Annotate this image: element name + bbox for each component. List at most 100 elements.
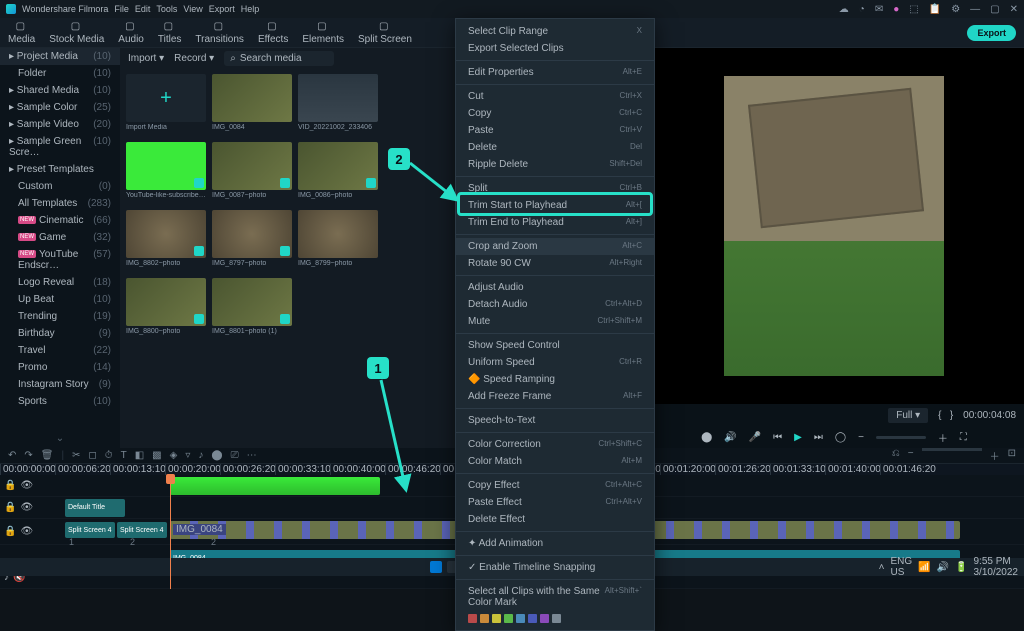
tl-fit-icon[interactable]: ⊡ (1008, 448, 1016, 463)
ctx-add-animation[interactable]: ✦ Add Animation (456, 535, 654, 552)
bracket-markers[interactable]: { } (938, 410, 953, 421)
ruler-tick[interactable]: 00:01:26:20 (715, 464, 770, 475)
snapshot-icon[interactable]: ◯ (835, 432, 846, 443)
settings-icon[interactable]: ⚙ (951, 4, 960, 15)
ctx-color-correction[interactable]: Color CorrectionCtrl+Shift+C (456, 436, 654, 453)
fit-dropdown[interactable]: Full ▾ (888, 408, 928, 423)
menu-file[interactable]: File (114, 4, 129, 14)
tl-marker-icon[interactable]: ▿ (185, 450, 190, 461)
color-mark[interactable] (528, 614, 537, 623)
menu-help[interactable]: Help (241, 4, 260, 14)
record-indicator-icon[interactable]: ⬤ (701, 432, 712, 443)
sidebar-item[interactable]: Birthday(9) (0, 325, 120, 342)
ruler-tick[interactable]: 00:01:20:00 (660, 464, 715, 475)
avatar-icon[interactable]: ● (893, 4, 899, 15)
clip-title[interactable]: Default Title (65, 499, 125, 517)
media-thumb[interactable] (126, 278, 206, 326)
color-mark[interactable] (552, 614, 561, 623)
track-eye-icon[interactable]: 👁 (20, 480, 33, 491)
sidebar-item[interactable]: NEWYouTube Endscr…(57) (0, 246, 120, 274)
sidebar-item[interactable]: ▸ Preset Templates (0, 161, 120, 178)
ctx-edit-properties[interactable]: Edit PropertiesAlt+E (456, 64, 654, 81)
color-mark[interactable] (468, 614, 477, 623)
ctx-copy-effect[interactable]: Copy EffectCtrl+Alt+C (456, 477, 654, 494)
track-eye-icon[interactable]: 👁 (20, 526, 33, 537)
ctx-delete-effect[interactable]: Delete Effect (456, 511, 654, 528)
ruler-tick[interactable]: 00:00:26:20 (220, 464, 275, 475)
sidebar-item[interactable]: Up Beat(10) (0, 291, 120, 308)
tl-color-icon[interactable]: ◧ (135, 450, 144, 461)
tl-redo-icon[interactable]: ↷ (24, 450, 32, 461)
tab-elements[interactable]: ▢Elements (302, 21, 344, 45)
sidebar-item[interactable]: Folder(10) (0, 65, 120, 82)
zoom-out-icon[interactable]: − (858, 432, 864, 443)
mic-icon[interactable]: 🎤 (749, 432, 761, 443)
close-icon[interactable]: ✕ (1010, 4, 1018, 15)
ctx-color-match[interactable]: Color MatchAlt+M (456, 453, 654, 470)
ctx-copy[interactable]: CopyCtrl+C (456, 105, 654, 122)
tl-zoom-out-icon[interactable]: − (908, 448, 914, 463)
tl-more-icon[interactable]: ⋯ (247, 450, 257, 461)
tl-green-icon[interactable]: ▩ (152, 450, 161, 461)
export-button[interactable]: Export (967, 25, 1016, 41)
sidebar-item[interactable]: Instagram Story(9) (0, 376, 120, 393)
sidebar-item[interactable]: ▸ Sample Video(20) (0, 116, 120, 133)
tl-text-icon[interactable]: T (121, 450, 127, 461)
gift-icon[interactable]: ⬚ (909, 4, 918, 15)
tab-titles[interactable]: ▢Titles (158, 21, 182, 45)
track-lock-icon[interactable]: 🔒 (4, 526, 16, 537)
ctx-delete[interactable]: DeleteDel (456, 139, 654, 156)
minimize-icon[interactable]: — (970, 4, 980, 15)
tl-crop-icon[interactable]: ◻ (88, 450, 96, 461)
color-mark[interactable] (504, 614, 513, 623)
ctx-enable-timeline-snapping[interactable]: ✓ Enable Timeline Snapping (456, 559, 654, 576)
ctx-ripple-delete[interactable]: Ripple DeleteShift+Del (456, 156, 654, 173)
tab-media[interactable]: ▢Media (8, 21, 35, 45)
sidebar-item[interactable]: Promo(14) (0, 359, 120, 376)
zoom-in-icon[interactable]: ＋ (938, 430, 948, 445)
bell-icon[interactable]: ◔ (859, 4, 865, 15)
playhead[interactable] (170, 475, 171, 589)
tl-mix-icon[interactable]: ⎚ (231, 450, 239, 461)
record-dropdown[interactable]: Record ▾ (174, 53, 214, 64)
media-thumb[interactable]: + (126, 74, 206, 122)
start-icon[interactable] (430, 561, 442, 573)
media-thumb[interactable] (212, 278, 292, 326)
sidebar-item[interactable]: ▸ Sample Green Scre…(10) (0, 133, 120, 161)
color-mark[interactable] (540, 614, 549, 623)
zoom-slider[interactable] (876, 436, 926, 439)
clipboard-icon[interactable]: 📋 (929, 4, 941, 15)
tl-zoom-slider[interactable] (922, 448, 982, 451)
ctx-crop-and-zoom[interactable]: Crop and ZoomAlt+C (456, 238, 654, 255)
cloud-icon[interactable]: ☁ (839, 4, 849, 15)
sidebar-item[interactable]: NEWGame(32) (0, 229, 120, 246)
sidebar-item[interactable]: Logo Reveal(18) (0, 274, 120, 291)
tl-zoom-in-icon[interactable]: ＋ (990, 448, 1000, 463)
next-frame-icon[interactable]: ⏭ (814, 432, 823, 443)
tray-wifi-icon[interactable]: 📶 (918, 562, 930, 573)
sidebar-item[interactable]: All Templates(283) (0, 195, 120, 212)
maximize-icon[interactable]: ▢ (990, 4, 999, 15)
tray-volume-icon[interactable]: 🔊 (937, 562, 949, 573)
tab-stock-media[interactable]: ▢Stock Media (49, 21, 104, 45)
ctx-cut[interactable]: CutCtrl+X (456, 88, 654, 105)
tab-split-screen[interactable]: ▢Split Screen (358, 21, 412, 45)
color-mark[interactable] (480, 614, 489, 623)
media-thumb[interactable] (212, 210, 292, 258)
msg-icon[interactable]: ✉ (875, 4, 883, 15)
ctx-add-freeze-frame[interactable]: Add Freeze FrameAlt+F (456, 388, 654, 405)
prev-frame-icon[interactable]: ⏮ (773, 432, 782, 443)
sidebar-item[interactable]: ▸ Sample Color(25) (0, 99, 120, 116)
tl-undo-icon[interactable]: ↶ (8, 450, 16, 461)
menu-edit[interactable]: Edit (135, 4, 151, 14)
track-lock-icon[interactable]: 🔒 (4, 502, 16, 513)
menu-tools[interactable]: Tools (156, 4, 177, 14)
tab-transitions[interactable]: ▢Transitions (195, 21, 244, 45)
tl-speed-icon[interactable]: ⏱ (105, 450, 113, 461)
color-mark[interactable] (492, 614, 501, 623)
ruler-tick[interactable]: 00:01:33:10 (770, 464, 825, 475)
tray-lang[interactable]: ENGUS (890, 556, 912, 578)
fullscreen-icon[interactable]: ⛶ (960, 432, 967, 443)
tray-chevron-icon[interactable]: ˄ (879, 562, 885, 573)
ctx-select-clip-range[interactable]: Select Clip RangeX (456, 23, 654, 40)
